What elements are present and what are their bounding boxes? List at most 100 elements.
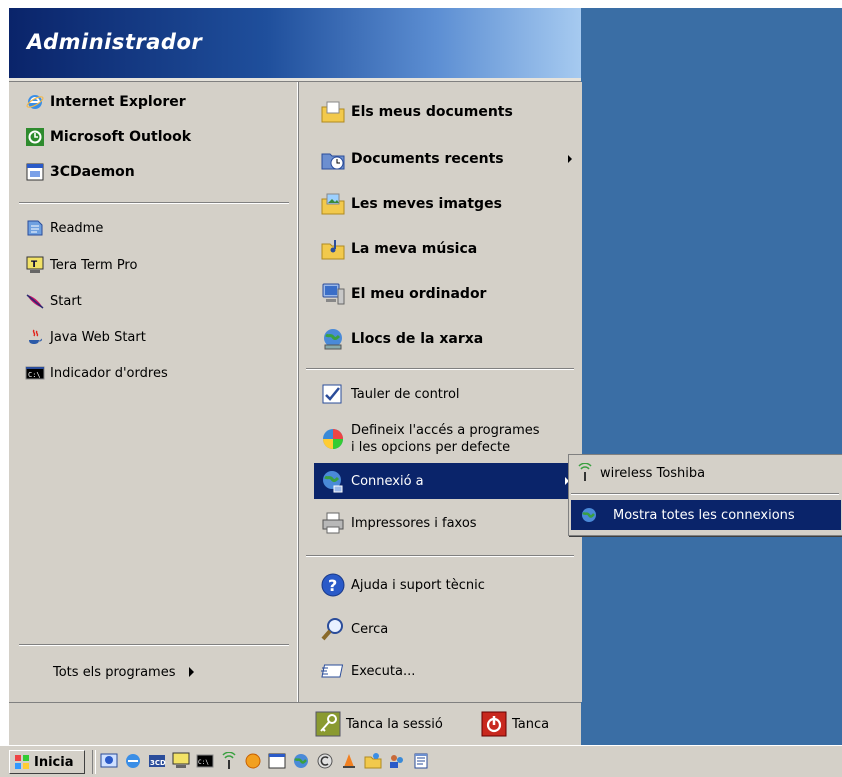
taskbar: Inicia 3CD C:\	[0, 745, 842, 777]
all-programs-button[interactable]: Tots els programes	[53, 658, 195, 686]
taskbar-separator	[92, 750, 96, 774]
item-label: Tera Term Pro	[50, 257, 138, 273]
arrow-right-icon	[189, 667, 195, 677]
internet-explorer-icon[interactable]	[124, 752, 142, 770]
separator	[306, 368, 574, 370]
help-and-support[interactable]: ? Ajuda i suport tècnic	[320, 571, 485, 599]
network-connections-icon[interactable]	[292, 752, 310, 770]
item-label: Cerca	[351, 621, 389, 637]
desktop-background	[579, 8, 842, 745]
item-label: Llocs de la xarxa	[351, 331, 484, 347]
submenu-show-all-connections[interactable]: Mostra totes les connexions	[571, 500, 841, 530]
run[interactable]: Executa...	[320, 657, 415, 685]
pinned-microsoft-outlook[interactable]: Microsoft Outlook	[25, 123, 191, 151]
item-label: 3CDaemon	[50, 164, 135, 180]
right-column: Els meus documents Documents recents Les…	[297, 82, 582, 702]
place-network-places[interactable]: Llocs de la xarxa	[320, 325, 483, 353]
separator	[306, 555, 574, 557]
svg-text:3CD: 3CD	[150, 759, 166, 767]
windows-logo-icon	[14, 754, 30, 770]
my-documents-icon	[320, 99, 346, 125]
item-label: Start	[50, 293, 82, 309]
start-label: Inicia	[34, 754, 74, 770]
shutdown-button[interactable]: Tanca	[481, 710, 549, 738]
connect-to-menu[interactable]: Connexió a	[314, 463, 576, 499]
program-defaults-icon	[320, 426, 346, 452]
set-program-access-defaults[interactable]: Defineix l'accés a programes i les opcio…	[320, 418, 540, 460]
recent-documents-icon	[320, 146, 346, 172]
separator	[19, 644, 289, 646]
svg-text:T: T	[31, 260, 38, 270]
command-prompt-icon: C:\	[25, 363, 45, 383]
separator	[571, 493, 839, 495]
place-my-pictures[interactable]: Les meves imatges	[320, 190, 502, 218]
logoff-button[interactable]: Tanca la sessió	[315, 710, 443, 738]
user-name: Administrador	[27, 30, 203, 54]
recent-indicador-ordres[interactable]: C:\ Indicador d'ordres	[25, 359, 168, 387]
item-label: Indicador d'ordres	[50, 365, 168, 381]
copyright-icon[interactable]	[316, 752, 334, 770]
wireless-icon[interactable]	[220, 752, 238, 770]
item-label: Readme	[50, 220, 104, 236]
item-label: Internet Explorer	[50, 94, 186, 110]
document-icon	[25, 218, 45, 238]
control-panel[interactable]: Tauler de control	[320, 380, 460, 408]
submenu-wireless-toshiba[interactable]: wireless Toshiba	[575, 459, 705, 487]
java-icon	[25, 327, 45, 347]
notepad-icon[interactable]	[412, 752, 430, 770]
network-connections-icon	[579, 505, 599, 525]
menu-header: Administrador	[9, 8, 581, 78]
start-button[interactable]: Inicia	[9, 750, 85, 774]
place-my-computer[interactable]: El meu ordinador	[320, 280, 486, 308]
power-icon	[481, 711, 507, 737]
recent-start[interactable]: Start	[25, 287, 82, 315]
cone-icon[interactable]	[340, 752, 358, 770]
item-label: Mostra totes les connexions	[613, 507, 795, 523]
command-prompt-icon[interactable]: C:\	[196, 752, 214, 770]
item-label: La meva música	[351, 241, 478, 257]
window-icon[interactable]	[268, 752, 286, 770]
svg-text:C:\: C:\	[198, 759, 209, 766]
place-recent-documents[interactable]: Documents recents	[320, 145, 504, 173]
item-label: Les meves imatges	[351, 196, 502, 212]
item-label: Els meus documents	[351, 104, 513, 120]
my-computer-icon	[320, 281, 346, 307]
printer-icon	[320, 510, 346, 536]
recent-tera-term-pro[interactable]: T Tera Term Pro	[25, 251, 137, 279]
item-label: Java Web Start	[50, 329, 146, 345]
pinned-internet-explorer[interactable]: Internet Explorer	[25, 88, 186, 116]
search[interactable]: Cerca	[320, 615, 388, 643]
recent-java-web-start[interactable]: Java Web Start	[25, 323, 146, 351]
internet-explorer-icon	[25, 92, 45, 112]
place-my-music[interactable]: La meva música	[320, 235, 477, 263]
tera-term-icon[interactable]	[172, 752, 190, 770]
place-my-documents[interactable]: Els meus documents	[320, 98, 513, 126]
svg-text:?: ?	[328, 576, 337, 595]
recent-readme[interactable]: Readme	[25, 214, 103, 242]
arrow-right-icon	[568, 155, 572, 163]
show-desktop-icon[interactable]	[100, 752, 118, 770]
run-icon	[320, 658, 346, 684]
all-programs-label: Tots els programes	[53, 664, 176, 680]
3cdaemon-icon[interactable]: 3CD	[148, 752, 166, 770]
defaults-line-2: i les opcions per defecte	[351, 440, 511, 455]
pinned-3cdaemon[interactable]: 3CDaemon	[25, 158, 135, 186]
item-label: Tauler de control	[351, 386, 460, 402]
control-panel-icon	[320, 381, 346, 407]
connect-to-submenu: wireless Toshiba Mostra totes les connex…	[568, 454, 842, 536]
search-icon	[320, 616, 346, 642]
users-icon[interactable]	[388, 752, 406, 770]
item-label: El meu ordinador	[351, 286, 487, 302]
network-places-icon	[320, 326, 346, 352]
feather-icon	[25, 291, 45, 311]
item-label: wireless Toshiba	[600, 465, 706, 481]
outlook-icon	[25, 127, 45, 147]
sun-icon[interactable]	[244, 752, 262, 770]
printers-and-faxes[interactable]: Impressores i faxos	[320, 509, 477, 537]
item-label: Tanca la sessió	[346, 716, 443, 732]
item-label: Documents recents	[351, 151, 504, 167]
svg-text:C:\: C:\	[28, 371, 41, 379]
key-icon	[315, 711, 341, 737]
folder-icon[interactable]	[364, 752, 382, 770]
start-menu-footer: Tanca la sessió Tanca	[9, 702, 581, 746]
